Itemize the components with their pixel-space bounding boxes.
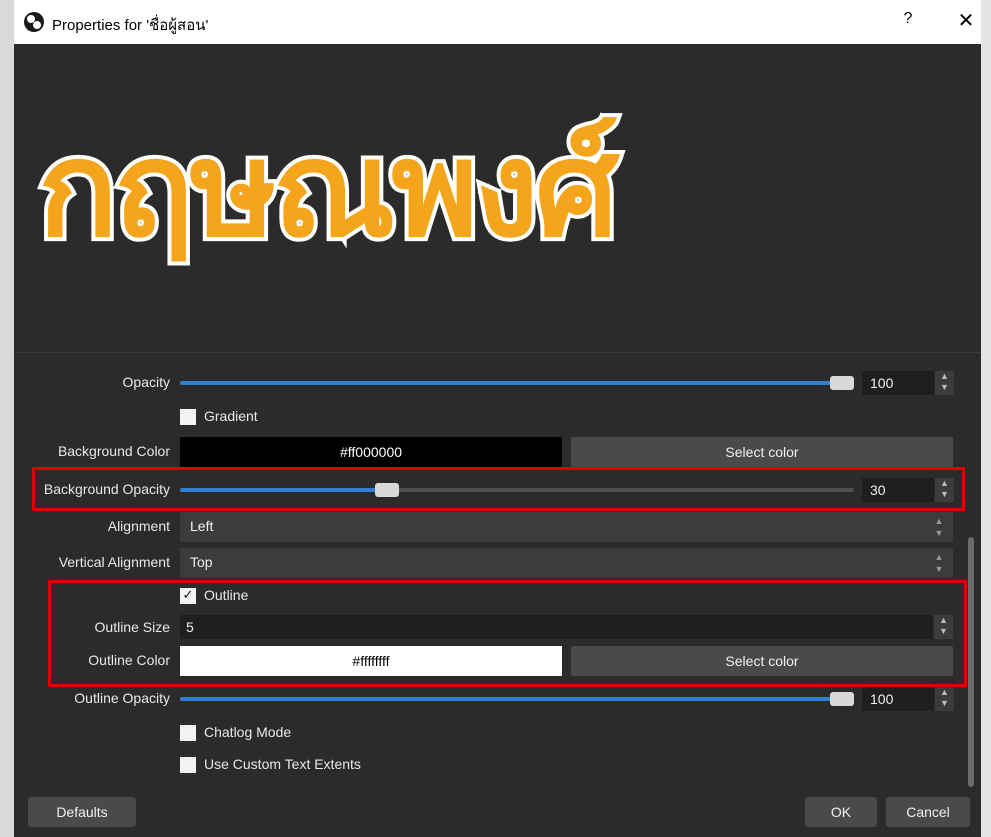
alignment-value: Left bbox=[190, 518, 214, 534]
properties-form: Opacity 100 ▲ ▼ Gradient Background Color… bbox=[14, 360, 959, 790]
ok-button[interactable]: OK bbox=[805, 797, 877, 827]
background-right bbox=[981, 0, 991, 837]
preview-divider bbox=[14, 352, 981, 353]
opacity-slider[interactable] bbox=[180, 376, 854, 390]
opacity-value: 100 bbox=[870, 375, 894, 391]
chatlog-mode-checkbox[interactable] bbox=[180, 725, 196, 741]
custom-text-extents-label: Use Custom Text Extents bbox=[204, 756, 361, 772]
close-icon[interactable]: ✕ bbox=[954, 8, 978, 34]
gradient-label: Gradient bbox=[204, 408, 258, 424]
vertical-alignment-row: Vertical Alignment Top ▲ ▼ bbox=[14, 548, 959, 578]
help-button[interactable]: ? bbox=[898, 10, 918, 34]
text-preview: กฤษณพงศ์ bbox=[14, 60, 981, 352]
background-left bbox=[0, 0, 14, 837]
defaults-button[interactable]: Defaults bbox=[28, 797, 136, 827]
background-select-color-button[interactable]: Select color bbox=[571, 437, 953, 467]
gradient-row: Gradient bbox=[14, 402, 959, 432]
background-color-swatch: #ff000000 bbox=[180, 437, 562, 467]
gradient-checkbox[interactable] bbox=[180, 409, 196, 425]
opacity-row: Opacity 100 ▲ ▼ bbox=[14, 368, 959, 398]
cancel-button[interactable]: Cancel bbox=[886, 797, 970, 827]
scrollbar-thumb[interactable] bbox=[968, 537, 974, 787]
background-color-label: Background Color bbox=[57, 443, 170, 459]
obs-logo-icon bbox=[24, 12, 44, 32]
alignment-label: Alignment bbox=[107, 518, 170, 534]
background-color-row: Background Color #ff000000 Select color bbox=[14, 437, 959, 467]
preview-text: กฤษณพงศ์ bbox=[34, 109, 623, 271]
outline-opacity-value: 100 bbox=[870, 691, 894, 707]
spin-arrows-icon[interactable]: ▲ ▼ bbox=[934, 371, 954, 395]
chevron-updown-icon: ▲ ▼ bbox=[934, 516, 944, 538]
alignment-dropdown[interactable]: Left ▲ ▼ bbox=[180, 512, 953, 542]
opacity-slider-handle[interactable] bbox=[830, 376, 854, 390]
opacity-label: Opacity bbox=[122, 374, 170, 390]
outline-opacity-label: Outline Opacity bbox=[74, 690, 170, 706]
vertical-alignment-label: Vertical Alignment bbox=[58, 554, 170, 570]
opacity-slider-fill bbox=[180, 381, 854, 385]
title-bar: Properties for 'ชื่อผู้สอน' ? ✕ bbox=[14, 0, 981, 44]
highlight-box-outline-settings bbox=[48, 580, 967, 687]
window-title: Properties for 'ชื่อผู้สอน' bbox=[52, 17, 209, 34]
alignment-row: Alignment Left ▲ ▼ bbox=[14, 512, 959, 542]
outline-opacity-slider[interactable] bbox=[180, 692, 854, 706]
spin-arrows-icon[interactable]: ▲ ▼ bbox=[934, 687, 954, 711]
outline-opacity-slider-fill bbox=[180, 697, 854, 701]
chatlog-mode-row: Chatlog Mode bbox=[14, 718, 959, 748]
highlight-box-background-opacity bbox=[32, 467, 965, 511]
custom-text-extents-checkbox[interactable] bbox=[180, 757, 196, 773]
form-scrollbar[interactable] bbox=[965, 362, 975, 790]
outline-opacity-row: Outline Opacity 100 ▲ ▼ bbox=[14, 684, 959, 714]
vertical-alignment-dropdown[interactable]: Top ▲ ▼ bbox=[180, 548, 953, 578]
opacity-spinbox[interactable]: 100 ▲ ▼ bbox=[862, 371, 954, 395]
chevron-updown-icon: ▲ ▼ bbox=[934, 552, 944, 574]
vertical-alignment-value: Top bbox=[190, 554, 213, 570]
chatlog-mode-label: Chatlog Mode bbox=[204, 724, 292, 740]
outline-opacity-slider-handle[interactable] bbox=[830, 692, 854, 706]
outline-opacity-spinbox[interactable]: 100 ▲ ▼ bbox=[862, 687, 954, 711]
custom-text-extents-row: Use Custom Text Extents bbox=[14, 750, 959, 780]
